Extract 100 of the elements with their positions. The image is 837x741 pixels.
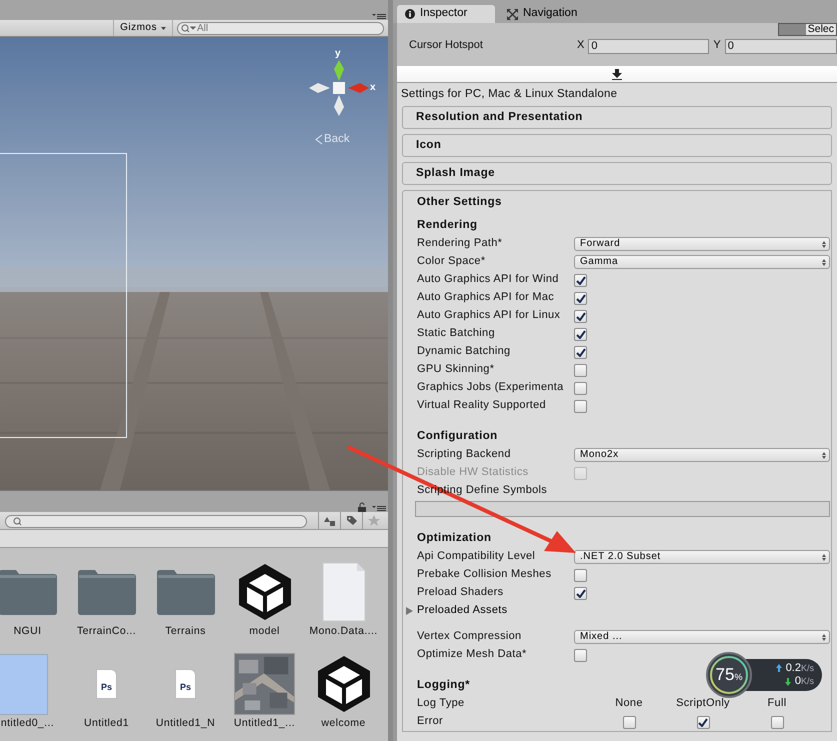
field-label: Dynamic Batching xyxy=(417,345,512,359)
axis-label: x xyxy=(370,82,376,94)
checkbox[interactable] xyxy=(622,716,636,728)
checkbox[interactable] xyxy=(574,274,587,286)
section-header[interactable]: Splash Image xyxy=(402,162,832,185)
checkbox[interactable] xyxy=(770,716,784,728)
field-label: Log Type xyxy=(417,697,466,711)
checkbox[interactable] xyxy=(574,292,587,304)
up-down-icon xyxy=(822,258,826,266)
field-label: Scripting Backend xyxy=(417,448,512,462)
foldout[interactable]: Preloaded Assets xyxy=(406,604,508,618)
tab[interactable]: Navigation xyxy=(499,5,586,23)
axis-label: y xyxy=(335,48,341,60)
cube-icon xyxy=(316,654,372,714)
checkbox[interactable] xyxy=(696,716,710,728)
section-header[interactable]: Icon xyxy=(402,134,832,157)
checkbox[interactable] xyxy=(574,586,587,600)
star-icon xyxy=(368,514,380,526)
field-label: Rendering Path* xyxy=(417,237,504,251)
triangle-icon xyxy=(406,607,413,615)
number-field[interactable]: 0 xyxy=(724,38,837,54)
asset-name[interactable]: Untitled1_... xyxy=(234,717,296,730)
checkbox[interactable] xyxy=(574,568,587,582)
menu-icon[interactable] xyxy=(372,505,386,512)
field-label: Optimize Mesh Data* xyxy=(417,648,528,662)
group-heading: Logging* xyxy=(417,678,470,694)
checkbox[interactable] xyxy=(574,364,587,376)
search-field[interactable] xyxy=(5,514,307,528)
asset-name[interactable]: TerrainCo... xyxy=(76,625,136,638)
up-down-icon xyxy=(822,452,826,458)
asset-name[interactable]: NGUI xyxy=(14,625,42,638)
percent-value: 75% xyxy=(716,664,742,686)
checkbox[interactable] xyxy=(574,346,587,358)
folder-icon xyxy=(78,569,136,615)
tab[interactable]: Inspector xyxy=(397,5,495,23)
download-icon[interactable] xyxy=(612,68,622,80)
folder-icon xyxy=(0,569,56,615)
field-label: Auto Graphics API for Linux xyxy=(417,309,562,323)
group-heading: Optimization xyxy=(417,531,492,546)
column-header: None xyxy=(614,697,644,711)
psd-file-icon: Ps xyxy=(175,669,196,699)
speed-value: 0.2K/s xyxy=(786,662,814,675)
field-label: Vertex Compression xyxy=(417,630,522,644)
document-icon xyxy=(322,562,366,622)
field-label: Static Batching xyxy=(417,327,496,341)
asset-name[interactable]: Untitled1_N xyxy=(156,717,216,730)
dropdown[interactable]: Gamma xyxy=(574,255,830,269)
dropdown[interactable]: Mixed ... xyxy=(574,630,830,644)
dropdown[interactable]: .NET 2.0 Subset xyxy=(574,550,830,564)
field-label: Graphics Jobs (Experimenta xyxy=(417,381,565,395)
field-label: X xyxy=(577,39,584,53)
dropdown[interactable]: Mono2x xyxy=(574,448,830,462)
field-label: Auto Graphics API for Wind xyxy=(417,273,560,287)
up-down-icon xyxy=(822,634,826,640)
dropdown[interactable]: Forward xyxy=(574,237,830,251)
arrow-down-icon xyxy=(784,678,791,686)
chevron-left-icon xyxy=(315,134,323,146)
psd-file-icon: Ps xyxy=(96,669,117,699)
field-label: Auto Graphics API for Mac xyxy=(417,291,556,305)
speed-value: 0K/s xyxy=(794,675,814,688)
info-icon xyxy=(405,9,415,19)
asset-name[interactable]: Untitled1 xyxy=(84,717,130,730)
checkbox[interactable] xyxy=(574,400,587,412)
menu-icon[interactable] xyxy=(372,13,386,20)
field-label: Prebake Collision Meshes xyxy=(417,568,552,582)
group-heading: Configuration xyxy=(417,429,498,444)
column-header: ScriptOnly xyxy=(675,697,731,711)
checkbox[interactable] xyxy=(574,648,587,662)
group-heading: Rendering xyxy=(417,218,478,234)
search-icon xyxy=(13,516,23,526)
checkbox[interactable] xyxy=(574,310,587,322)
column-header: Full xyxy=(766,697,788,711)
field-label: Disable HW Statistics xyxy=(417,466,530,480)
select-button[interactable]: Selec xyxy=(778,23,837,36)
field-label: Preload Shaders xyxy=(417,586,504,600)
cube-icon xyxy=(236,562,292,622)
asset-name[interactable]: Mono.Data.... xyxy=(309,625,378,638)
asset-name[interactable]: ntitled0_... xyxy=(0,717,54,730)
checkbox[interactable] xyxy=(574,328,587,340)
lock-icon[interactable] xyxy=(358,502,366,512)
asset-name[interactable]: welcome xyxy=(321,717,366,730)
gizmos-dropdown[interactable]: Gizmos xyxy=(113,20,173,36)
up-down-icon xyxy=(822,240,826,248)
field-label: Y xyxy=(713,39,721,53)
asset-name[interactable]: model xyxy=(249,625,280,638)
search-field[interactable]: All xyxy=(177,22,384,35)
image-thumbnail xyxy=(0,654,48,714)
field-label: Error xyxy=(417,715,444,729)
number-field[interactable]: 0 xyxy=(588,38,710,54)
caret-icon xyxy=(161,26,166,30)
section-header[interactable]: Other Settings xyxy=(417,191,831,214)
field-label: Cursor Hotspot xyxy=(409,39,484,53)
navigation-icon xyxy=(507,8,518,20)
folder-icon xyxy=(156,569,214,615)
section-header[interactable]: Resolution and Presentation xyxy=(402,106,832,129)
field-label: GPU Skinning* xyxy=(417,363,496,377)
arrow-up-icon xyxy=(776,664,782,672)
text-field[interactable] xyxy=(415,501,830,517)
checkbox[interactable] xyxy=(574,382,587,394)
asset-name[interactable]: Terrains xyxy=(165,625,206,638)
